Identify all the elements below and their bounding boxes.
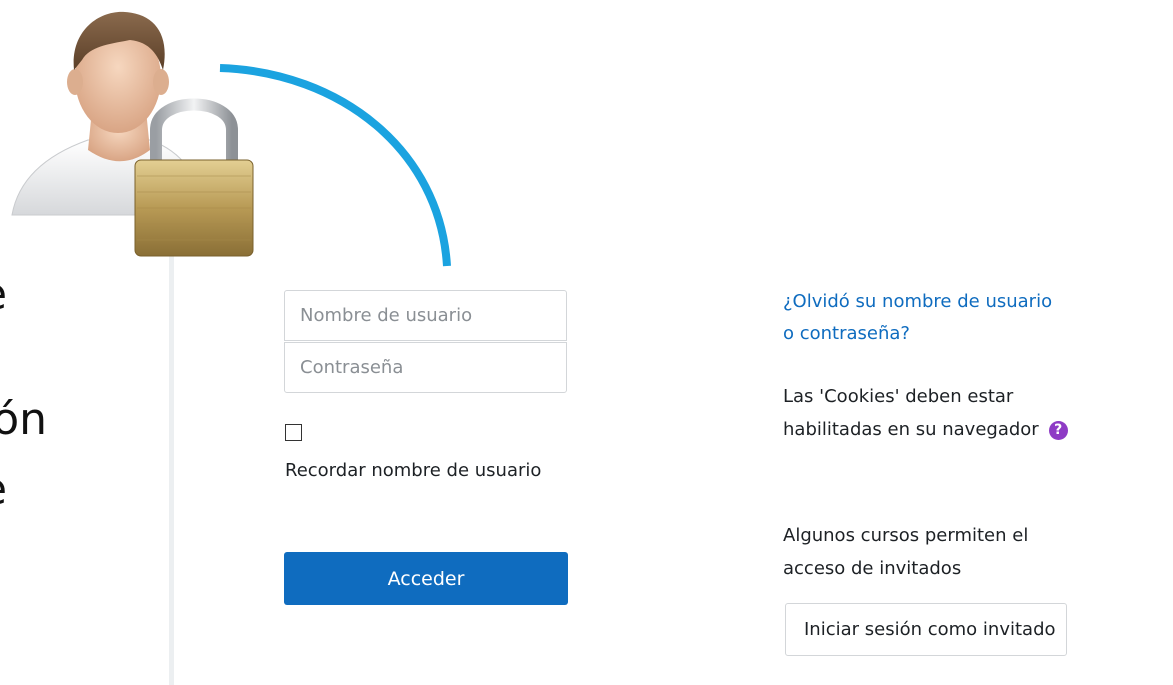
heading-fragment: e — [0, 250, 47, 340]
remember-username-checkbox[interactable] — [285, 424, 302, 441]
password-input[interactable] — [284, 342, 567, 393]
cookies-text: Las 'Cookies' deben estar habilitadas en… — [783, 386, 1039, 440]
cookies-notice: Las 'Cookies' deben estar habilitadas en… — [783, 380, 1083, 446]
user-lock-icon — [11, 11, 254, 257]
help-icon[interactable]: ? — [1048, 420, 1068, 440]
column-divider — [169, 246, 174, 685]
remember-username-label: Recordar nombre de usuario — [285, 460, 542, 481]
guest-login-button[interactable]: Iniciar sesión como invitado — [785, 603, 1067, 656]
login-button[interactable]: Acceder — [284, 552, 568, 605]
guest-access-text: Algunos cursos permiten el acceso de inv… — [783, 525, 1029, 579]
forgot-password-link[interactable]: ¿Olvidó su nombre de usuario o contraseñ… — [783, 286, 1063, 350]
cropped-heading-text: e ión e — [0, 250, 47, 535]
username-input[interactable] — [284, 290, 567, 341]
